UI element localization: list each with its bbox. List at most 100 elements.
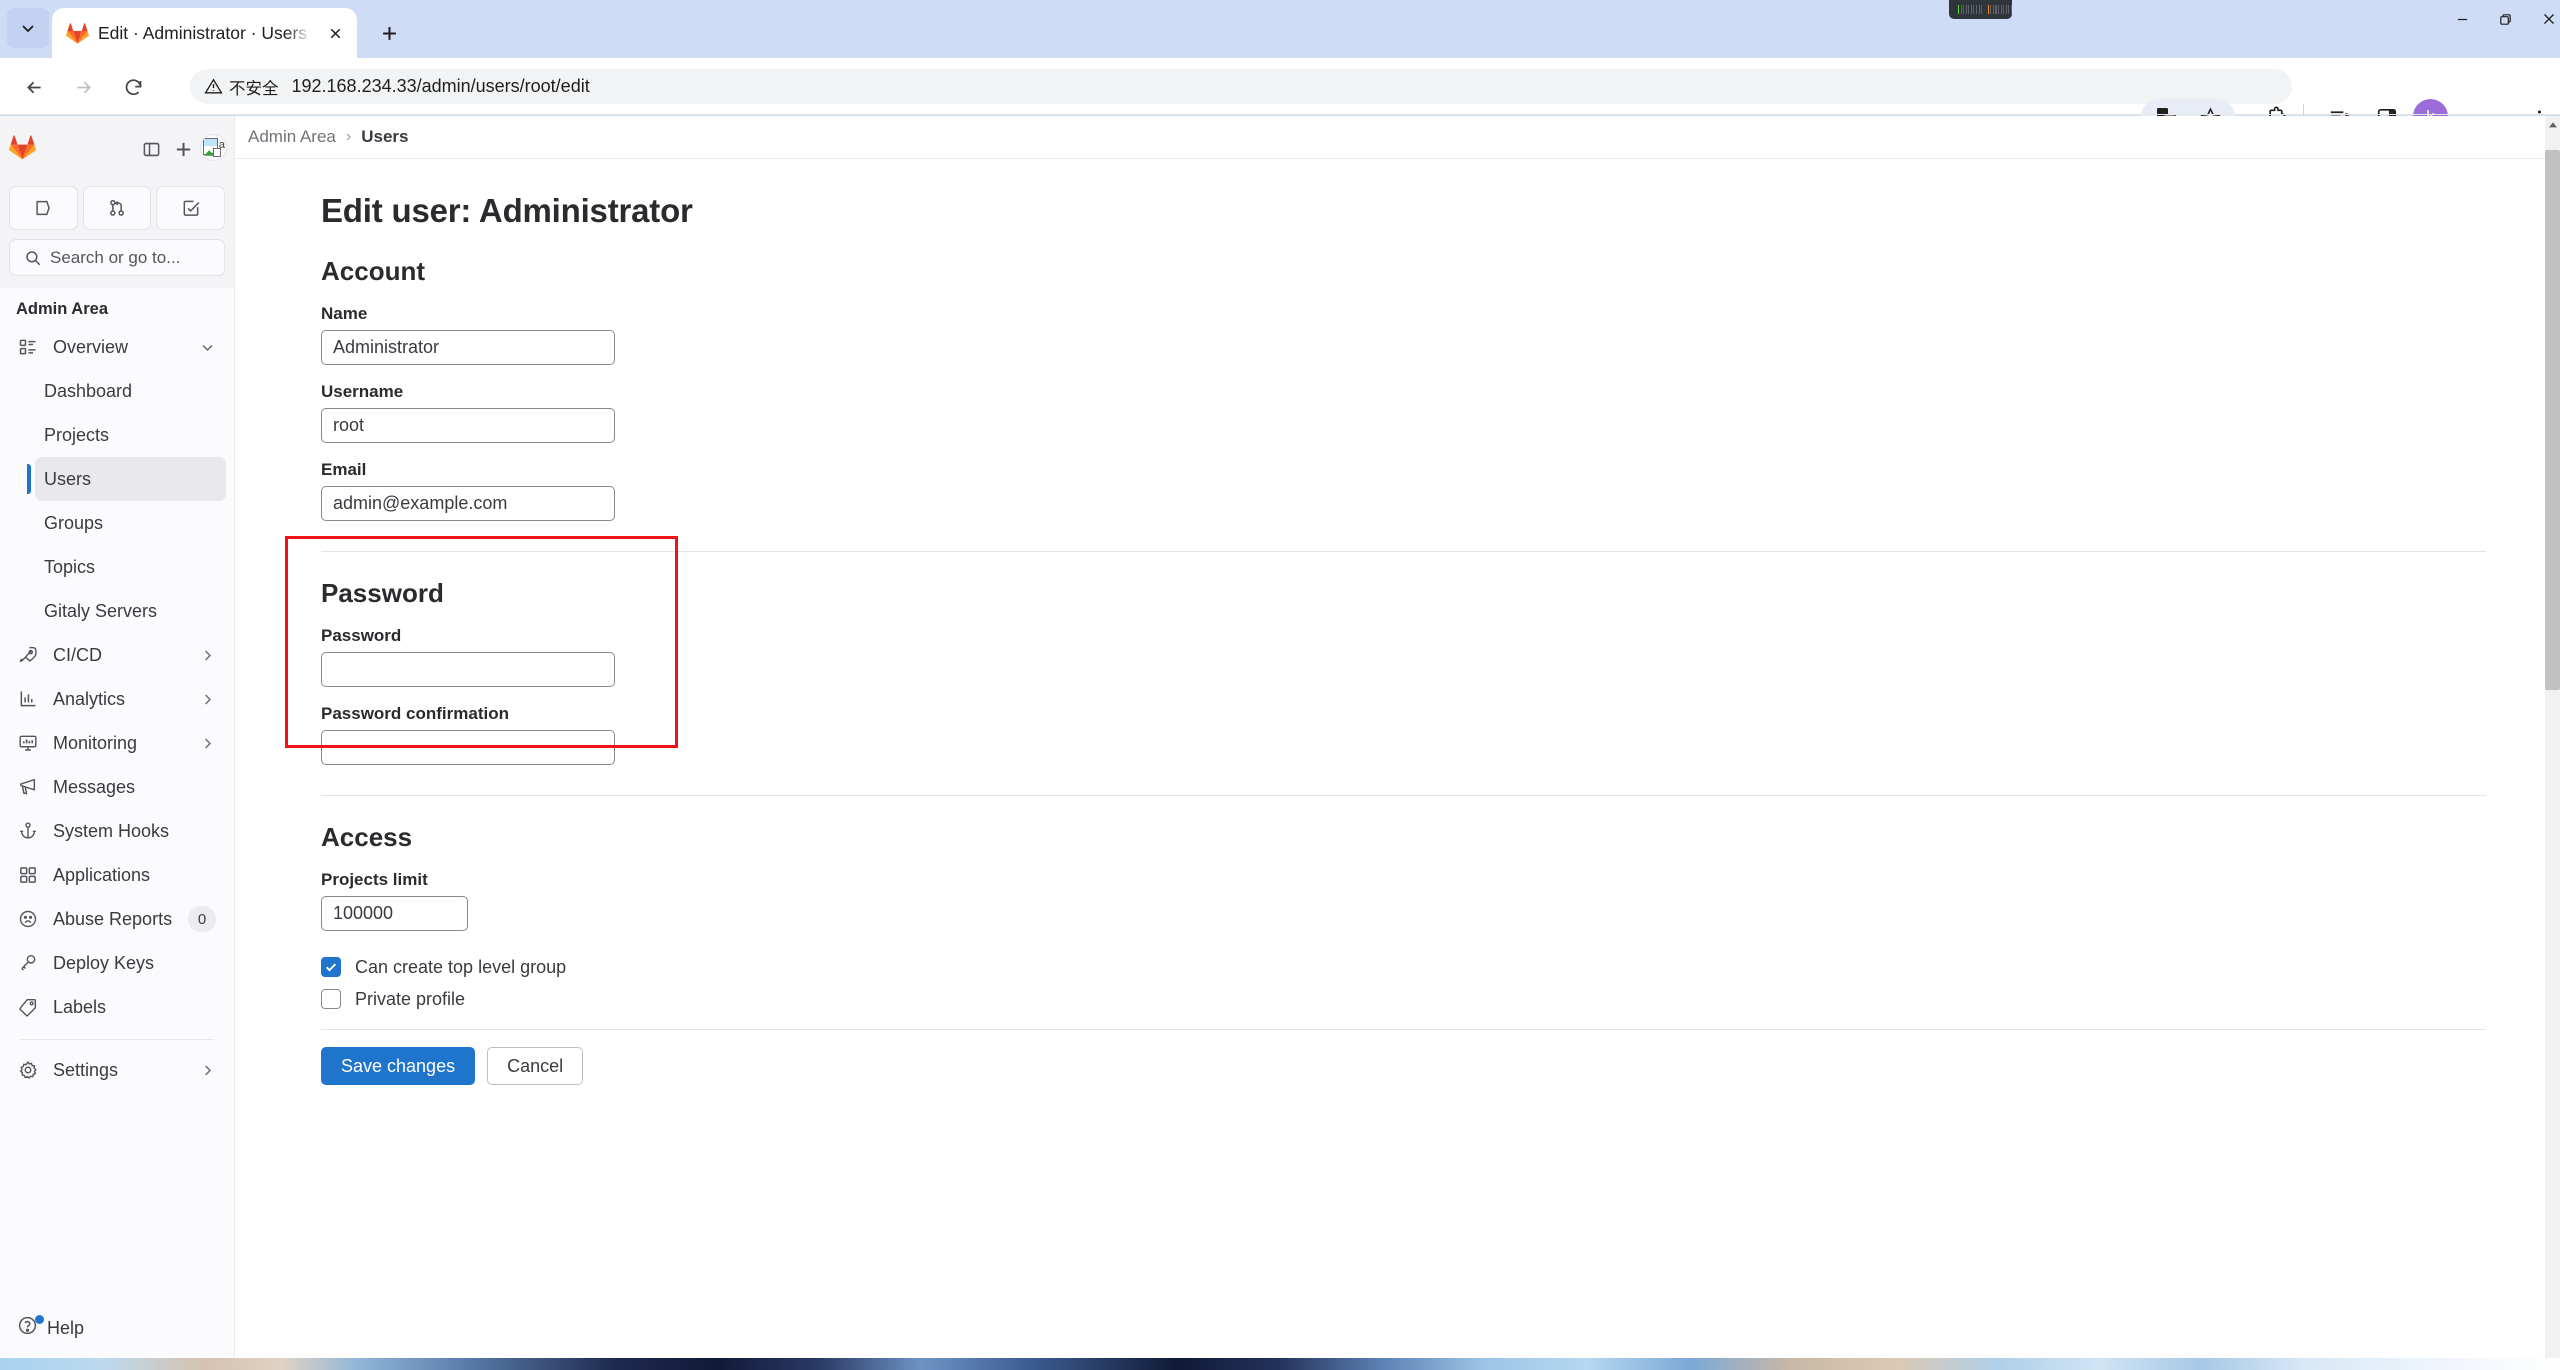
sad-face-icon — [17, 908, 39, 930]
password-input[interactable] — [321, 652, 615, 687]
sidebar-collapse-button[interactable] — [138, 136, 164, 162]
form-actions: Save changes Cancel — [321, 1047, 2560, 1085]
sidebar-item-abuse-reports[interactable]: Abuse Reports 0 — [8, 897, 226, 941]
scroll-up-arrow-icon[interactable] — [2545, 116, 2560, 133]
sidebar-item-projects[interactable]: Projects — [35, 413, 226, 457]
browser-window: Edit · Administrator · Users · A — [0, 0, 2560, 1370]
sidebar-nav: Overview Dashboard Projects Users — [0, 325, 234, 1092]
breadcrumb-current[interactable]: Users — [361, 127, 408, 147]
password-field: Password — [321, 626, 2560, 687]
todo-checklist-icon — [181, 198, 201, 218]
user-avatar-button[interactable]: a — [200, 134, 227, 161]
can-create-top-level-group-label: Can create top level group — [355, 957, 566, 978]
browser-tab[interactable]: Edit · Administrator · Users · A — [52, 8, 357, 58]
merge-request-icon — [107, 198, 127, 218]
todos-button[interactable] — [156, 186, 225, 230]
arrow-right-icon — [73, 77, 94, 98]
sidebar-quick-actions — [0, 180, 234, 230]
sidebar-item-help[interactable]: Help — [8, 1308, 208, 1348]
username-field: Username — [321, 382, 2560, 443]
sidebar-item-label: Settings — [53, 1060, 186, 1081]
tab-title: Edit · Administrator · Users · A — [98, 23, 312, 44]
sidebar-item-monitoring[interactable]: Monitoring — [8, 721, 226, 765]
scrollbar-thumb[interactable] — [2545, 150, 2560, 690]
breadcrumb-parent[interactable]: Admin Area — [248, 127, 336, 147]
can-create-top-level-group-checkbox[interactable] — [321, 957, 341, 977]
sidebar-item-deploy-keys[interactable]: Deploy Keys — [8, 941, 226, 985]
sidebar-search-wrapper: Search or go to... — [0, 230, 234, 288]
form-footer-divider — [321, 1029, 2486, 1030]
sidebar-item-settings[interactable]: Settings — [8, 1048, 226, 1092]
sidebar-item-label: Abuse Reports — [53, 909, 174, 930]
page-title: Edit user: Administrator — [321, 192, 2560, 230]
sidebar-item-overview[interactable]: Overview — [8, 325, 226, 369]
site-security-indicator[interactable]: 不安全 — [204, 75, 279, 99]
sidebar-item-label: Gitaly Servers — [44, 601, 216, 622]
abuse-reports-count-badge: 0 — [188, 906, 216, 932]
system-monitor-widget[interactable] — [1949, 0, 2012, 19]
private-profile-checkbox[interactable] — [321, 989, 341, 1009]
username-input[interactable] — [321, 408, 615, 443]
sidebar-item-groups[interactable]: Groups — [35, 501, 226, 545]
projects-limit-input[interactable] — [321, 896, 468, 931]
key-icon — [17, 952, 39, 974]
gitlab-tanuki-icon[interactable] — [9, 134, 36, 161]
email-field: Email — [321, 460, 2560, 521]
sidebar-item-applications[interactable]: Applications — [8, 853, 226, 897]
reload-button[interactable] — [113, 67, 153, 107]
access-section-heading: Access — [321, 822, 2560, 853]
sidebar-item-gitaly-servers[interactable]: Gitaly Servers — [35, 589, 226, 633]
address-bar[interactable]: 不安全 192.168.234.33/admin/users/root/edit — [190, 69, 2292, 104]
main-content: Admin Area › Users Edit user: Administra… — [236, 116, 2560, 1358]
merge-requests-button[interactable] — [83, 186, 152, 230]
back-button[interactable] — [14, 67, 54, 107]
monitor-icon — [17, 732, 39, 754]
tab-close-button[interactable] — [321, 19, 349, 47]
forward-button[interactable] — [63, 67, 103, 107]
tab-search-button[interactable] — [7, 8, 49, 48]
security-label: 不安全 — [229, 75, 279, 99]
username-label: Username — [321, 382, 2560, 402]
page-scrollbar[interactable] — [2545, 116, 2560, 1358]
name-input[interactable] — [321, 330, 615, 365]
url-text: 192.168.234.33/admin/users/root/edit — [292, 76, 590, 97]
account-section-heading: Account — [321, 256, 2560, 287]
section-divider — [321, 551, 2486, 552]
email-label: Email — [321, 460, 2560, 480]
sidebar-item-ci-cd[interactable]: CI/CD — [8, 633, 226, 677]
sidebar-item-labels[interactable]: Labels — [8, 985, 226, 1029]
sidebar-item-analytics[interactable]: Analytics — [8, 677, 226, 721]
sidebar-item-topics[interactable]: Topics — [35, 545, 226, 589]
chevron-right-icon — [200, 692, 216, 707]
password-confirmation-input[interactable] — [321, 730, 615, 765]
arrow-left-icon — [24, 77, 45, 98]
save-changes-button[interactable]: Save changes — [321, 1047, 475, 1085]
sidebar-item-dashboard[interactable]: Dashboard — [35, 369, 226, 413]
new-tab-button[interactable] — [373, 17, 406, 50]
email-input[interactable] — [321, 486, 615, 521]
plus-icon — [380, 24, 399, 43]
window-close-button[interactable] — [2515, 0, 2560, 38]
chevron-right-icon — [200, 1063, 216, 1078]
sidebar-item-users[interactable]: Users — [35, 457, 226, 501]
sidebar-item-label: Analytics — [53, 689, 186, 710]
can-create-top-level-group-row[interactable]: Can create top level group — [321, 951, 2560, 983]
sidebar-item-label: Groups — [44, 513, 216, 534]
issues-button[interactable] — [9, 186, 78, 230]
chevron-right-icon — [200, 736, 216, 751]
search-input[interactable]: Search or go to... — [9, 239, 225, 276]
cancel-button[interactable]: Cancel — [487, 1047, 583, 1085]
name-label: Name — [321, 304, 2560, 324]
sidebar-item-messages[interactable]: Messages — [8, 765, 226, 809]
sidebar-divider — [20, 1039, 214, 1040]
browser-toolbar: 不安全 192.168.234.33/admin/users/root/edit… — [0, 58, 2560, 115]
sidebar-item-label: System Hooks — [53, 821, 216, 842]
page-viewport: a Search or go to... — [0, 116, 2560, 1358]
private-profile-row[interactable]: Private profile — [321, 983, 2560, 1015]
desktop-wallpaper-strip — [0, 1358, 2560, 1370]
create-new-button[interactable] — [170, 136, 196, 162]
chevron-down-icon — [200, 340, 216, 355]
section-divider — [321, 795, 2486, 796]
sidebar-item-system-hooks[interactable]: System Hooks — [8, 809, 226, 853]
minimize-icon — [2455, 12, 2470, 27]
